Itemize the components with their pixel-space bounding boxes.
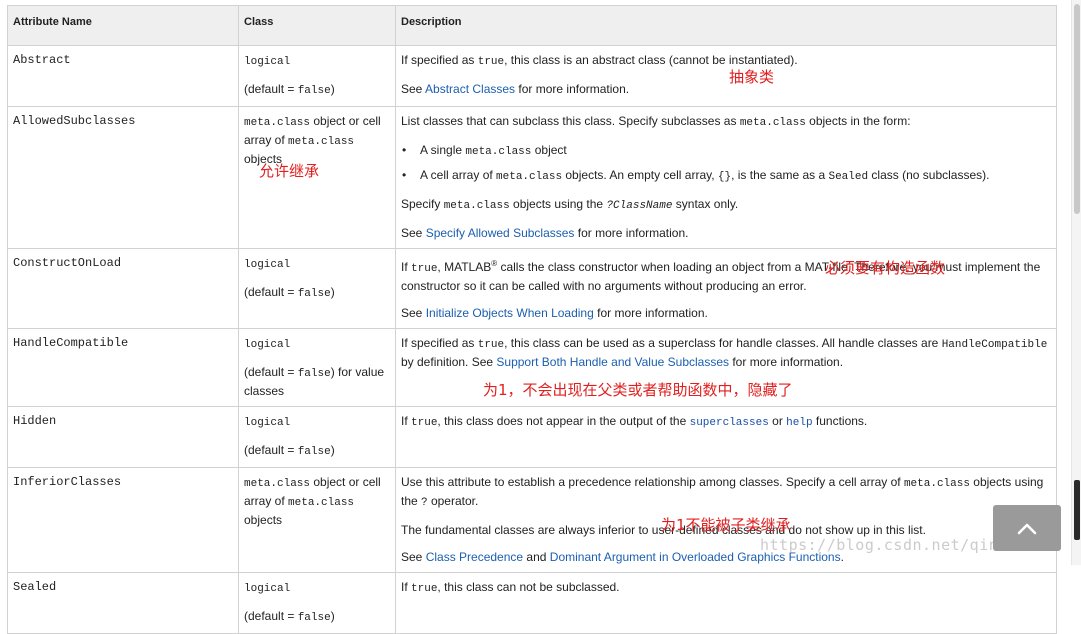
annotation-allowed-subclasses: 允许继承 (259, 162, 320, 180)
scrollbar-marker (1074, 480, 1080, 540)
class-cell: logical (default = false) for value clas… (238, 328, 396, 407)
annotation-sealed: 为1不能被子类继承 (661, 516, 791, 534)
back-to-top-button[interactable] (993, 505, 1061, 551)
vertical-scrollbar[interactable] (1071, 0, 1081, 565)
annotation-construct-on-load: 必须要有构造函数 (825, 259, 946, 277)
attribute-name: Sealed (7, 572, 239, 634)
link-specify-allowed-subclasses[interactable]: Specify Allowed Subclasses (426, 226, 575, 240)
chevron-up-icon (1017, 523, 1037, 535)
class-type: logical (244, 56, 291, 68)
header-description: Description (395, 5, 1057, 46)
class-cell: meta.class object or cell array of meta.… (238, 467, 396, 573)
attribute-name: HandleCompatible (7, 328, 239, 407)
description-cell: If true, this class does not appear in t… (395, 406, 1057, 468)
attribute-name: AllowedSubclasses (7, 106, 239, 249)
link-help[interactable]: help (786, 417, 812, 429)
class-cell: logical (default = false) (238, 248, 396, 329)
list-item: A single meta.class object (401, 142, 1051, 161)
description-cell: If true, this class can not be subclasse… (395, 572, 1057, 634)
annotation-abstract: 抽象类 (729, 68, 775, 86)
attribute-name: ConstructOnLoad (7, 248, 239, 329)
scrollbar-thumb[interactable] (1074, 4, 1080, 214)
description-cell: List classes that can subclass this clas… (395, 106, 1057, 249)
description-cell: If true, MATLAB® calls the class constru… (395, 248, 1057, 329)
table-row-inferior-classes: InferiorClasses meta.class object or cel… (7, 467, 1057, 573)
table-row-hidden: Hidden logical (default = false) If true… (7, 406, 1057, 468)
class-default: (default = false) (244, 82, 335, 97)
header-class: Class (238, 5, 396, 46)
class-cell: logical (default = false) (238, 572, 396, 634)
header-attribute-name: Attribute Name (7, 5, 239, 46)
link-class-precedence[interactable]: Class Precedence (426, 550, 523, 564)
class-cell: logical (default = false) (238, 406, 396, 468)
table-row-sealed: Sealed logical (default = false) If true… (7, 572, 1057, 634)
attribute-name: Hidden (7, 406, 239, 468)
table-row-allowed-subclasses: AllowedSubclasses meta.class object or c… (7, 106, 1057, 249)
attribute-name: InferiorClasses (7, 467, 239, 573)
annotation-hidden: 为1，不会出现在父类或者帮助函数中，隐藏了 (483, 381, 793, 399)
link-superclasses[interactable]: superclasses (690, 417, 769, 429)
link-initialize-objects-when-loading[interactable]: Initialize Objects When Loading (426, 306, 594, 320)
table-row-abstract: Abstract logical (default = false) If sp… (7, 45, 1057, 107)
class-cell: logical (default = false) (238, 45, 396, 107)
link-support-handle-value-subclasses[interactable]: Support Both Handle and Value Subclasses (496, 355, 729, 369)
subclass-options-list: A single meta.class object A cell array … (401, 142, 1051, 186)
table-header-row: Attribute Name Class Description (7, 5, 1057, 46)
description-cell: If specified as true, this class is an a… (395, 45, 1057, 107)
attribute-name: Abstract (7, 45, 239, 107)
list-item: A cell array of meta.class objects. An e… (401, 167, 1051, 186)
link-abstract-classes[interactable]: Abstract Classes (425, 82, 515, 96)
